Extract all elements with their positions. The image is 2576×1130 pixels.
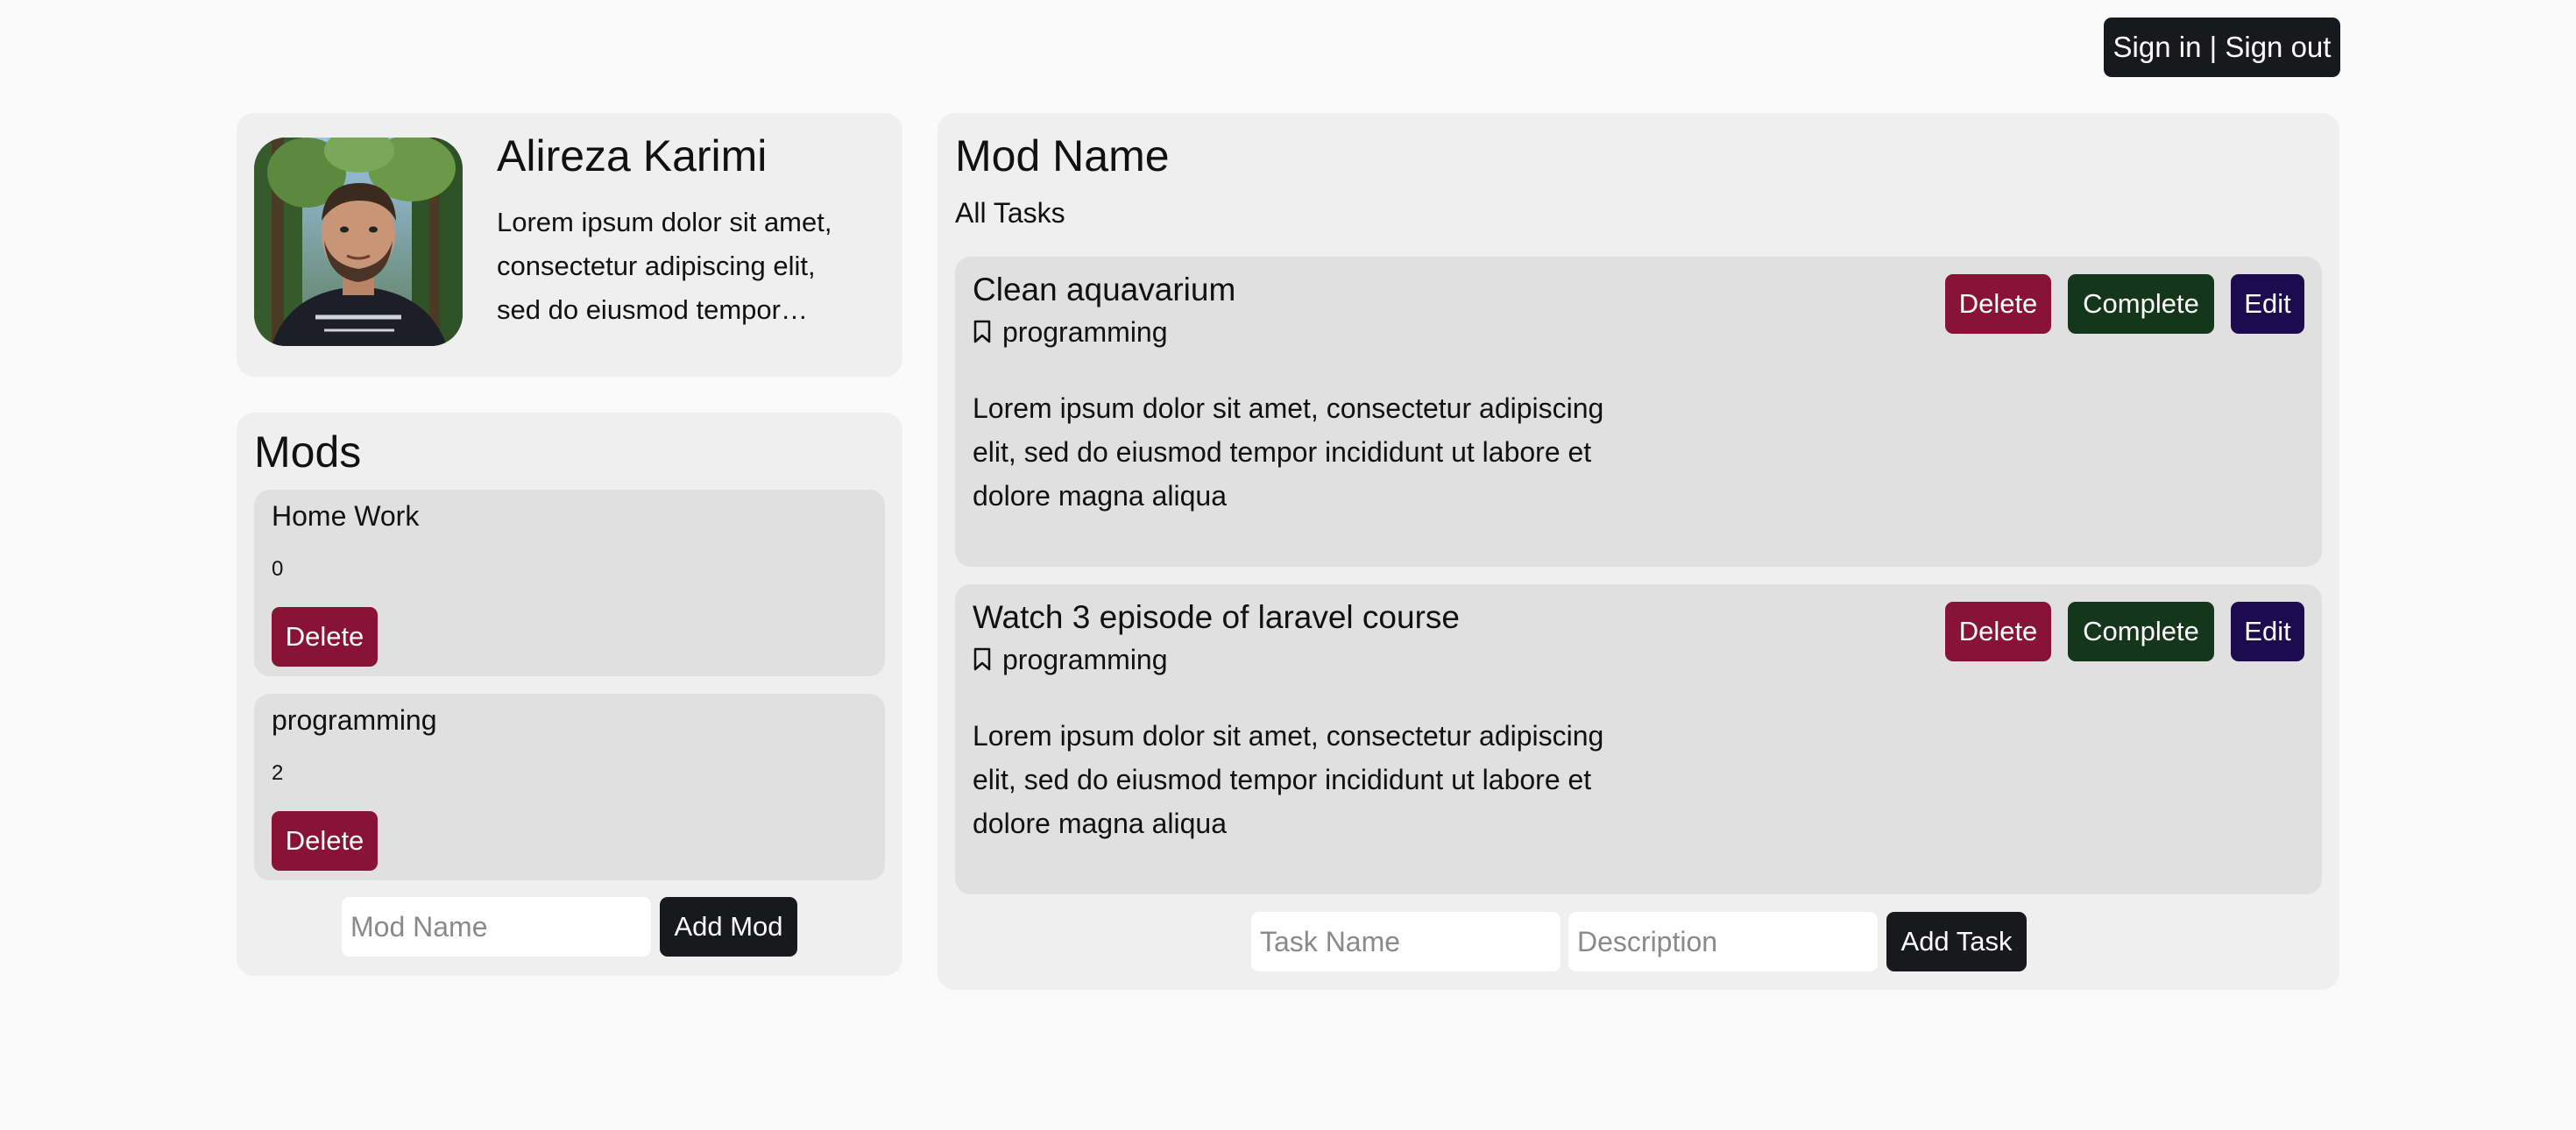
- task-tag: programming: [973, 640, 1168, 680]
- task-tag: programming: [973, 313, 1168, 352]
- avatar: [254, 138, 463, 346]
- mod-title: Mod Name: [955, 131, 1170, 180]
- mod-name: Home Work: [272, 500, 420, 532]
- mod-task-count: 2: [272, 761, 284, 785]
- delete-task-button[interactable]: Delete: [1945, 602, 2051, 661]
- task-description-input[interactable]: [1568, 912, 1878, 971]
- profile-card: Alireza Karimi Lorem ipsum dolor sit ame…: [237, 113, 902, 377]
- edit-task-button[interactable]: Edit: [2231, 602, 2304, 661]
- task-item: Watch 3 episode of laravel course progra…: [955, 584, 2322, 894]
- mods-title: Mods: [254, 427, 362, 477]
- tasks-subtitle: All Tasks: [955, 197, 1065, 229]
- task-item: Clean aquavarium programming Lorem ipsum…: [955, 257, 2322, 567]
- task-name: Watch 3 episode of laravel course: [973, 599, 1460, 635]
- complete-task-button[interactable]: Complete: [2068, 602, 2214, 661]
- mod-item: Home Work 0 Delete: [254, 490, 885, 676]
- bookmark-icon: [973, 321, 991, 343]
- delete-mod-button[interactable]: Delete: [272, 811, 378, 871]
- mod-name: programming: [272, 704, 437, 736]
- task-name: Clean aquavarium: [973, 272, 1236, 307]
- sign-in-sign-out-button[interactable]: Sign in | Sign out: [2104, 18, 2340, 77]
- task-description: Lorem ipsum dolor sit amet, consectetur …: [973, 392, 1604, 512]
- add-mod-button[interactable]: Add Mod: [660, 897, 797, 957]
- mod-item: programming 2 Delete: [254, 694, 885, 880]
- bookmark-icon: [973, 648, 991, 671]
- task-tag-label: programming: [1002, 644, 1168, 675]
- profile-bio: Lorem ipsum dolor sit amet, consectetur …: [497, 207, 832, 325]
- mods-panel: Mods Home Work 0 Delete programming 2 De…: [237, 413, 902, 976]
- edit-task-button[interactable]: Edit: [2231, 274, 2304, 334]
- task-tag-label: programming: [1002, 316, 1168, 348]
- task-description: Lorem ipsum dolor sit amet, consectetur …: [973, 720, 1604, 839]
- add-task-button[interactable]: Add Task: [1886, 912, 2027, 971]
- tasks-panel: Mod Name All Tasks Clean aquavarium prog…: [938, 113, 2339, 990]
- mod-task-count: 0: [272, 557, 284, 581]
- task-name-input[interactable]: [1251, 912, 1560, 971]
- profile-photo: [254, 138, 463, 346]
- complete-task-button[interactable]: Complete: [2068, 274, 2214, 334]
- profile-name: Alireza Karimi: [497, 131, 768, 180]
- delete-task-button[interactable]: Delete: [1945, 274, 2051, 334]
- delete-mod-button[interactable]: Delete: [272, 607, 378, 667]
- mod-name-input[interactable]: [342, 897, 651, 957]
